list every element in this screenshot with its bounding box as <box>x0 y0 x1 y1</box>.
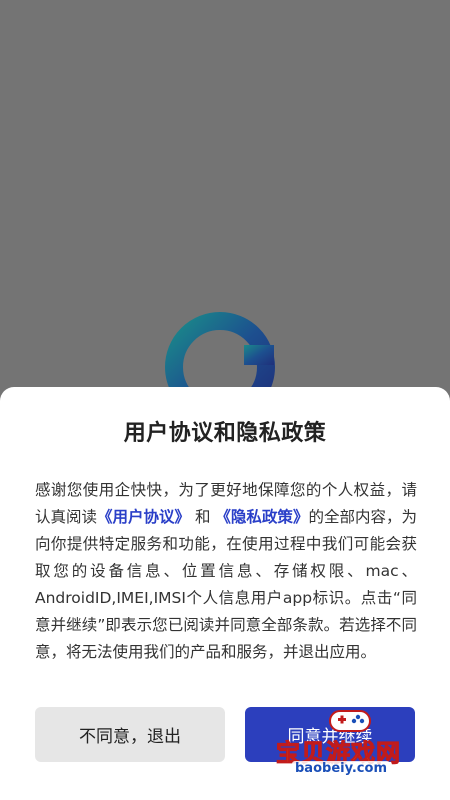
agree-continue-button[interactable]: 同意并继续 <box>245 707 415 762</box>
dialog-body: 感谢您使用企快快，为了更好地保障您的个人权益，请认真阅读《用户协议》 和 《隐私… <box>35 477 417 666</box>
disagree-exit-button[interactable]: 不同意，退出 <box>35 707 225 762</box>
body-connector: 和 <box>190 508 216 526</box>
user-agreement-link[interactable]: 《用户协议》 <box>97 508 190 526</box>
privacy-policy-link[interactable]: 《隐私政策》 <box>215 508 308 526</box>
dialog-title: 用户协议和隐私政策 <box>123 421 327 446</box>
body-text-after: 的全部内容，为向你提供特定服务和功能，在使用过程中我们可能会获取您的设备信息、位… <box>35 508 417 661</box>
screen: 用户协议和隐私政策 感谢您使用企快快，为了更好地保障您的个人权益，请认真阅读《用… <box>0 0 450 800</box>
privacy-dialog: 用户协议和隐私政策 感谢您使用企快快，为了更好地保障您的个人权益，请认真阅读《用… <box>0 387 450 800</box>
